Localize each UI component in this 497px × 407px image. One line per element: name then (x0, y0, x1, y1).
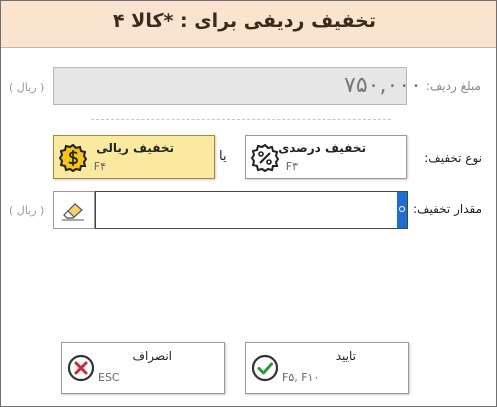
clear-discount-button[interactable] (53, 191, 95, 229)
row-amount-field: ۷۵۰,۰۰۰ (53, 67, 421, 105)
confirm-label: تایید (335, 349, 356, 363)
percent-discount-title: تخفیف درصدی (278, 141, 366, 155)
eraser-icon (62, 203, 84, 221)
discount-amount-label: مقدار تخفیف: (413, 202, 482, 216)
row-amount-value: ۷۵۰,۰۰۰ (344, 73, 422, 98)
x-circle-icon (67, 354, 95, 382)
cancel-shortcut: ESC (98, 371, 120, 384)
percent-discount-button[interactable]: تخفیف درصدی F۳ (245, 135, 407, 179)
row-amount-label: مبلغ ردیف: (425, 79, 481, 93)
row-amount-unit: ( ریال ) (9, 81, 45, 94)
input-caret-icon (397, 192, 407, 228)
divider (91, 119, 391, 120)
or-separator: یا (219, 149, 227, 164)
discount-dialog: تخفیف ردیفی برای : *کالا ۴ مبلغ ردیف: ۷۵… (0, 0, 497, 407)
amount-discount-shortcut: F۴ (93, 160, 106, 173)
dialog-header: تخفیف ردیفی برای : *کالا ۴ (1, 1, 496, 48)
cancel-label: انصراف (132, 349, 172, 363)
discount-amount-input[interactable] (95, 191, 408, 229)
discount-type-label: نوع تخفیف: (424, 151, 482, 165)
dollar-badge-icon (58, 143, 88, 173)
check-circle-icon (251, 354, 279, 382)
confirm-button[interactable]: تایید F۵, F۱۰ (245, 342, 409, 394)
amount-discount-title: تخفیف ریالی (96, 141, 174, 155)
cancel-button[interactable]: انصراف ESC (61, 342, 225, 394)
discount-amount-unit: ( ریال ) (9, 204, 45, 217)
percent-discount-shortcut: F۳ (285, 160, 298, 173)
percent-badge-icon (250, 143, 280, 173)
dialog-title: تخفیف ردیفی برای : *کالا ۴ (112, 10, 376, 32)
amount-discount-button[interactable]: تخفیف ریالی F۴ (53, 135, 215, 179)
confirm-shortcut: F۵, F۱۰ (282, 371, 320, 384)
